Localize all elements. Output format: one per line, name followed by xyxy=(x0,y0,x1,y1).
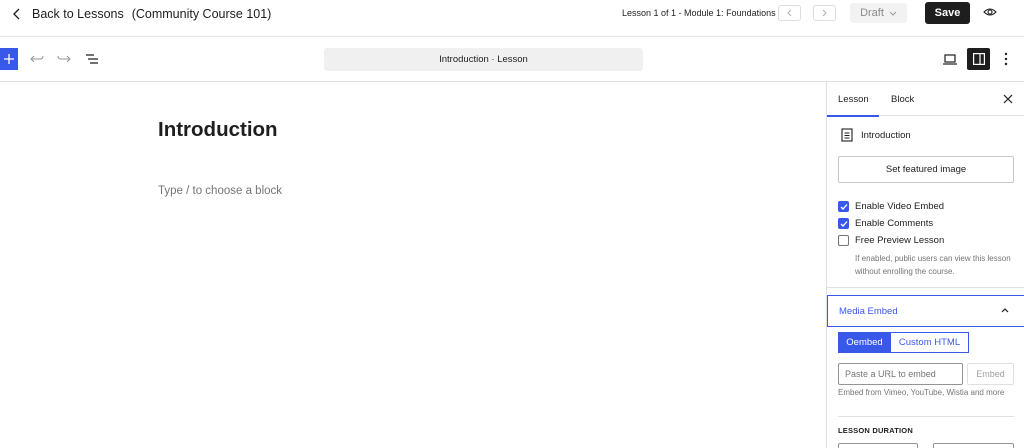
lesson-duration-label: LESSON DURATION xyxy=(838,426,913,435)
next-lesson-button[interactable] xyxy=(813,5,836,21)
redo-icon[interactable] xyxy=(57,53,71,65)
sidebar-tabs: Lesson Block xyxy=(827,82,1024,117)
header-bar: Back to Lessons (Community Course 101) L… xyxy=(0,0,1024,37)
sidebar-toggle-icon xyxy=(972,53,985,65)
lesson-summary: Introduction xyxy=(841,128,911,142)
back-label: Back to Lessons xyxy=(32,6,124,21)
media-embed-panel-toggle[interactable]: Media Embed xyxy=(827,295,1024,327)
free-preview-lesson-checkbox[interactable]: Free Preview Lesson xyxy=(838,235,944,246)
checkbox-label: Enable Video Embed xyxy=(855,201,945,212)
duration-minutes-field[interactable] xyxy=(933,443,1014,448)
embed-url-input[interactable] xyxy=(838,363,963,385)
tab-lesson[interactable]: Lesson xyxy=(827,82,879,117)
back-to-lessons-link[interactable]: Back to Lessons (Community Course 101) xyxy=(12,0,271,27)
editor-toolbar: Introduction · Lesson xyxy=(0,37,1024,82)
course-name: (Community Course 101) xyxy=(131,6,272,21)
status-label: Draft xyxy=(860,7,884,19)
checkbox-box[interactable] xyxy=(838,201,849,212)
set-featured-image-button[interactable]: Set featured image xyxy=(838,156,1014,183)
save-button[interactable]: Save xyxy=(925,2,970,24)
status-dropdown[interactable]: Draft xyxy=(850,3,907,23)
duration-hours-field[interactable] xyxy=(838,443,918,448)
custom-html-mode-button[interactable]: Custom HTML xyxy=(891,332,969,353)
panel-divider xyxy=(827,287,1024,288)
checkbox-label: Free Preview Lesson xyxy=(855,235,945,246)
undo-icon[interactable] xyxy=(30,53,44,65)
free-preview-help-text: If enabled, public users can view this l… xyxy=(855,254,1011,276)
tab-block[interactable]: Block xyxy=(891,82,914,116)
enable-video-embed-checkbox[interactable]: Enable Video Embed xyxy=(838,201,944,212)
checkbox-box[interactable] xyxy=(838,218,849,229)
document-title-bar[interactable]: Introduction · Lesson xyxy=(324,48,643,71)
chevron-left-icon xyxy=(13,8,20,19)
check-icon xyxy=(840,203,847,210)
chevron-up-icon xyxy=(1001,308,1009,313)
embed-help-text: Embed from Vimeo, YouTube, Wistia and mo… xyxy=(838,388,1005,397)
lesson-name: Introduction xyxy=(861,129,911,141)
desktop-view-icon[interactable] xyxy=(943,54,957,65)
lesson-position: Lesson 1 of 1 - Module 1: Foundations xyxy=(622,8,776,18)
checkbox-box[interactable] xyxy=(838,235,849,246)
close-icon[interactable] xyxy=(1003,94,1013,104)
checkbox-label: Enable Comments xyxy=(855,218,934,229)
settings-sidebar: Lesson Block Introduction Set featured i… xyxy=(826,82,1024,448)
list-view-icon[interactable] xyxy=(85,53,99,65)
document-icon xyxy=(841,128,853,142)
embed-mode-toggle: Oembed Custom HTML xyxy=(838,332,969,353)
media-embed-title: Media Embed xyxy=(839,305,898,317)
post-title[interactable]: Introduction xyxy=(158,118,278,142)
chevron-down-icon xyxy=(889,11,897,16)
settings-sidebar-toggle[interactable] xyxy=(967,48,990,70)
previous-lesson-button[interactable] xyxy=(778,5,801,21)
enable-comments-checkbox[interactable]: Enable Comments xyxy=(838,218,933,229)
embed-button[interactable]: Embed xyxy=(967,363,1014,385)
check-icon xyxy=(840,220,847,227)
chevron-left-icon xyxy=(787,9,792,17)
eye-icon[interactable] xyxy=(983,6,997,18)
plus-icon xyxy=(4,54,14,64)
editor-canvas: Introduction Type / to choose a block xyxy=(0,82,826,448)
block-inserter-button[interactable] xyxy=(0,48,18,70)
more-vertical-icon[interactable] xyxy=(1002,52,1010,66)
chevron-right-icon xyxy=(822,9,827,17)
oembed-mode-button[interactable]: Oembed xyxy=(838,332,891,353)
block-placeholder[interactable]: Type / to choose a block xyxy=(158,185,282,197)
section-divider xyxy=(838,416,1014,417)
